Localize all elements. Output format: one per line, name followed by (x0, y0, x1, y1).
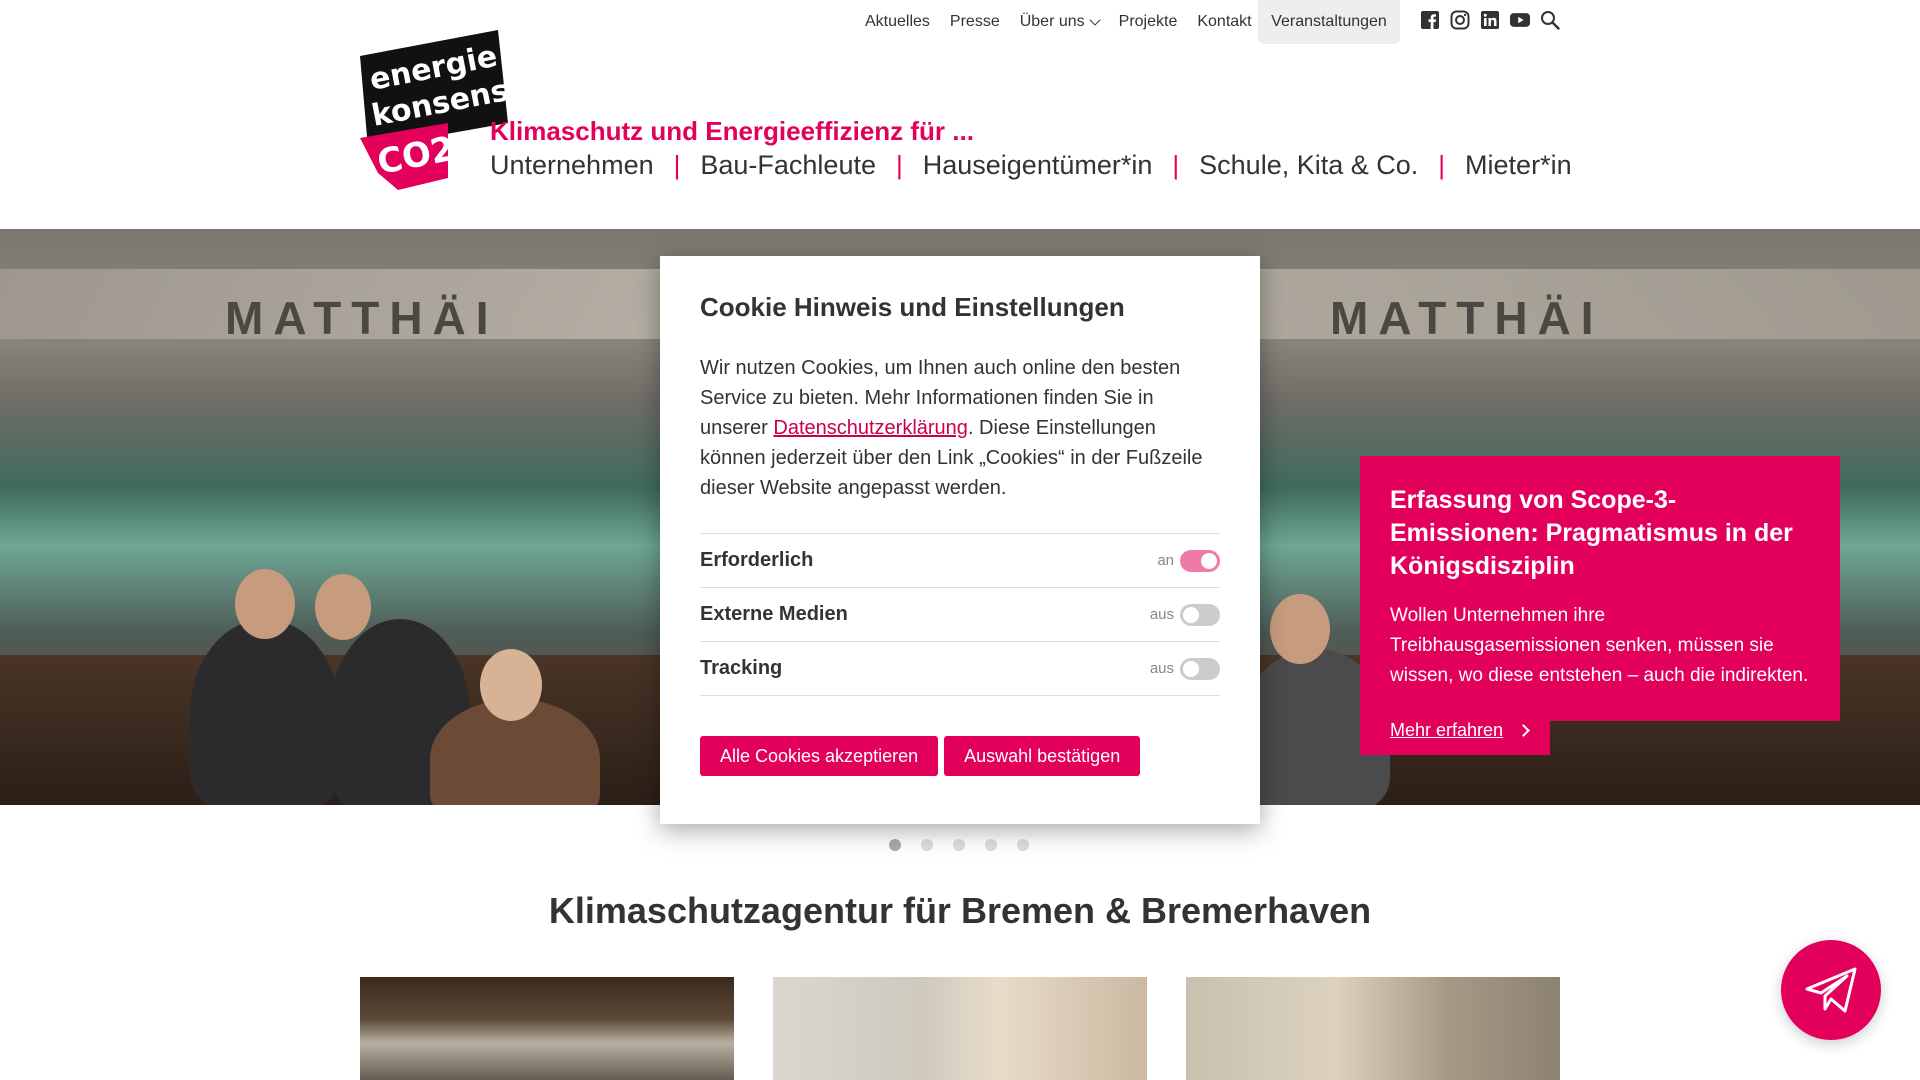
target-link-unternehmen[interactable]: Unternehmen (490, 150, 654, 181)
hero-person-head (315, 574, 371, 640)
target-group-navigation: Unternehmen | Bau-Fachleute | Hauseigent… (490, 150, 1572, 181)
events-button[interactable]: Veranstaltungen (1258, 0, 1400, 44)
confirm-selection-button[interactable]: Auswahl bestätigen (944, 736, 1141, 776)
accept-all-cookies-button[interactable]: Alle Cookies akzeptieren (700, 736, 939, 776)
cookie-option-required: Erforderlich an (700, 534, 1220, 588)
hero-banner-text: MATTHÄI (225, 292, 499, 344)
nav-link-ueber-uns[interactable]: Über uns (1019, 13, 1101, 31)
separator: | (673, 150, 681, 180)
target-link-mieter[interactable]: Mieter*in (1465, 150, 1572, 181)
search-icon[interactable] (1540, 10, 1560, 30)
promo-more-link[interactable]: Mehr erfahren (1360, 705, 1550, 755)
separator: | (895, 150, 903, 180)
youtube-icon[interactable] (1510, 10, 1530, 30)
paper-plane-icon (1805, 967, 1857, 1013)
nav-link-presse[interactable]: Presse (950, 13, 1000, 31)
top-navigation: Aktuelles Presse Über uns Projekte Konta… (0, 0, 1920, 44)
section-title: Klimaschutzagentur für Bremen & Bremerha… (548, 890, 1372, 931)
slider-dot[interactable] (953, 839, 965, 851)
chevron-right-icon (1517, 723, 1530, 737)
hero-person-head (1270, 594, 1330, 664)
slider-dots (889, 839, 1029, 851)
separator: | (1438, 150, 1446, 180)
hero-banner-text: MATTHÄI (1330, 292, 1604, 344)
cookie-toggle-external-media[interactable] (1180, 603, 1220, 626)
slider-dot[interactable] (921, 839, 933, 851)
slider-dot[interactable] (889, 839, 901, 851)
target-link-bau-fachleute[interactable]: Bau-Fachleute (700, 150, 876, 181)
separator: | (1172, 150, 1180, 180)
hero-person-head (235, 569, 295, 639)
nav-link-ueber-uns-label: Über uns (1019, 13, 1085, 30)
teaser-card-image[interactable] (360, 977, 734, 1080)
facebook-icon[interactable] (1420, 10, 1440, 30)
site-tagline: Klimaschutz und Energieeffizienz für ... (490, 116, 974, 146)
cookie-toggle-tracking[interactable] (1180, 657, 1220, 680)
chevron-down-icon (1088, 14, 1101, 26)
target-link-hauseigentuemer[interactable]: Hauseigentümer*in (923, 150, 1153, 181)
cookie-option-label: Tracking (700, 657, 783, 679)
nav-link-kontakt[interactable]: Kontakt (1197, 13, 1251, 31)
cookie-option-state: aus (1149, 660, 1174, 677)
cookie-option-tracking: Tracking aus (700, 642, 1220, 696)
promo-text: Wollen Unternehmen ihre Treibhausgasemis… (1390, 605, 1809, 716)
linkedin-icon[interactable] (1480, 10, 1500, 30)
promo-more-label: Mehr erfahren (1390, 719, 1504, 740)
teaser-card-image[interactable] (773, 977, 1147, 1080)
contact-send-button[interactable] (1781, 940, 1881, 1040)
slider-dot[interactable] (985, 839, 997, 851)
cookie-option-external-media: Externe Medien aus (700, 588, 1220, 642)
cookie-toggle-required[interactable] (1180, 549, 1220, 572)
hero-person-head (480, 649, 542, 721)
cookie-option-state: aus (1149, 606, 1174, 623)
cookie-dialog-actions: Alle Cookies akzeptieren Auswahl bestäti… (700, 736, 1220, 776)
teaser-card-image[interactable] (1186, 977, 1560, 1080)
cookie-option-label: Erforderlich (700, 549, 814, 571)
cookie-option-label: Externe Medien (700, 603, 848, 625)
hero-person (190, 619, 340, 805)
cookie-options: Erforderlich an Externe Medien aus Track… (700, 533, 1220, 696)
cookie-consent-dialog: Cookie Hinweis und Einstellungen Wir nut… (660, 256, 1260, 824)
promo-title: Erfassung von Scope-3-Emissionen: Pragma… (1390, 486, 1793, 580)
nav-link-aktuelles[interactable]: Aktuelles (865, 13, 930, 31)
instagram-icon[interactable] (1450, 10, 1470, 30)
privacy-policy-link[interactable]: Datenschutzerklärung (773, 417, 968, 439)
slider-dot[interactable] (1017, 839, 1029, 851)
social-icons (1420, 10, 1560, 30)
cookie-dialog-title: Cookie Hinweis und Einstellungen (700, 292, 1125, 322)
top-nav-links: Aktuelles Presse Über uns Projekte Konta… (865, 0, 1272, 44)
target-link-schule-kita[interactable]: Schule, Kita & Co. (1199, 150, 1418, 181)
cookie-dialog-text: Wir nutzen Cookies, um Ihnen auch online… (700, 353, 1220, 503)
cookie-option-state: an (1157, 552, 1174, 569)
hero-promo-card[interactable]: Erfassung von Scope-3-Emissionen: Pragma… (1360, 456, 1840, 721)
nav-link-projekte[interactable]: Projekte (1119, 13, 1178, 31)
